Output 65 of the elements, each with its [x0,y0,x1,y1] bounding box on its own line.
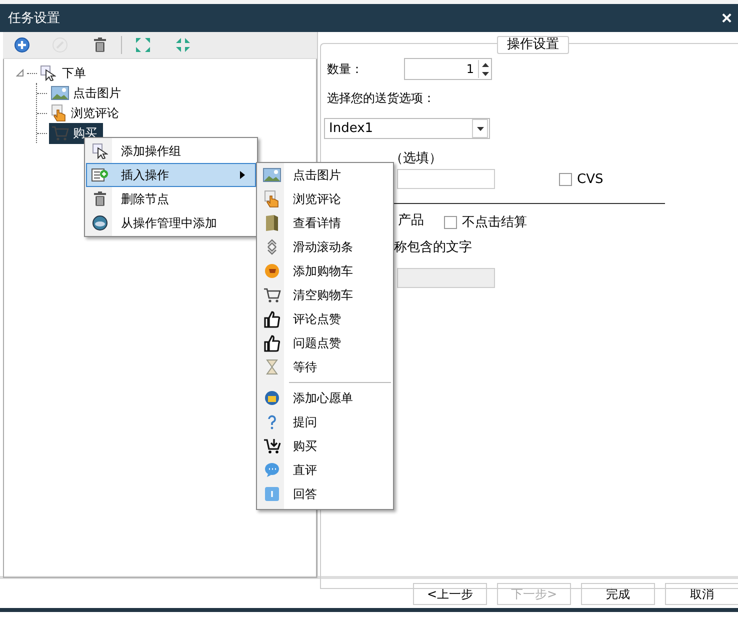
question-icon [266,414,278,430]
collapse-icon [175,37,191,53]
trash-icon [93,37,107,53]
thumbs-up-icon [264,334,280,352]
tree-item[interactable]: 浏览评论 [49,103,123,123]
shipping-dropdown[interactable]: Index1 [324,118,490,139]
close-button[interactable]: × [719,9,734,27]
dropdown-arrow-icon [476,126,484,130]
globe-icon [92,215,108,231]
quantity-spinner[interactable]: 1 [404,58,492,80]
spin-up-icon[interactable] [482,62,488,66]
chat-bubble-icon [264,462,280,478]
gift-icon [264,390,280,406]
window-title: 任务设置 [8,10,60,27]
checkbox[interactable] [559,172,572,186]
menu-item[interactable]: 添加心愿单 [258,386,392,410]
cursor-icon [40,65,56,81]
expand-icon [135,37,151,53]
menu-item[interactable]: 从操作管理中添加 [86,211,256,235]
checkbox-label: CVS [577,172,604,186]
shipping-label: 选择您的送货选项： [327,90,436,107]
tree-item[interactable]: 下单 [59,64,89,82]
menu-item[interactable]: 插入操作 [86,163,256,187]
scroll-icon [266,238,278,256]
menu-item[interactable]: 等待 [258,355,392,379]
add-icon [14,37,30,53]
tree-item[interactable]: 点击图片 [49,84,125,102]
menu-item[interactable]: 问题点赞 [258,331,392,355]
menu-item[interactable]: 直评 [258,458,392,482]
menu-item[interactable]: 点击图片 [258,163,392,187]
menu-item[interactable]: 回答 [258,482,392,506]
cart-download-icon [263,438,281,454]
menu-item[interactable]: 提问 [258,410,392,434]
cart-badge-icon [264,263,280,279]
menu-item[interactable]: 清空购物车 [258,283,392,307]
checkbox-label: 不点击结算 [462,214,527,231]
menu-item[interactable]: 评论点赞 [258,307,392,331]
thumbs-up-icon [264,310,280,328]
trash-icon [93,191,107,207]
menu-item[interactable]: 购买 [258,434,392,458]
image-icon [263,168,281,182]
info-icon [264,486,280,502]
checkbox[interactable] [444,216,457,228]
menu-item[interactable]: 删除节点 [86,187,256,211]
spin-down-icon[interactable] [482,72,488,76]
group-legend: 操作设置 [497,36,569,54]
quantity-label: 数量： [327,60,364,78]
contains-label: 称包含的文字 [394,239,472,256]
cart-icon [263,287,281,303]
hand-icon [264,190,280,208]
menu-item[interactable]: 滑动滚动条 [258,235,392,259]
asin-label: （选填） [390,150,443,167]
menu-item[interactable]: 查看详情 [258,211,392,235]
asin-field[interactable] [397,169,495,189]
product-label: 产品 [398,212,425,229]
menu-item[interactable]: 浏览评论 [258,187,392,211]
wizard-button[interactable]: 完成 [581,583,655,605]
menu-item[interactable]: 添加购物车 [258,259,392,283]
insert-icon [91,167,109,183]
cursor-icon [92,143,108,159]
cart-icon [51,125,69,141]
hand-icon [51,104,67,122]
book-icon [264,214,280,232]
hourglass-icon [266,359,278,375]
image-icon [51,86,69,100]
